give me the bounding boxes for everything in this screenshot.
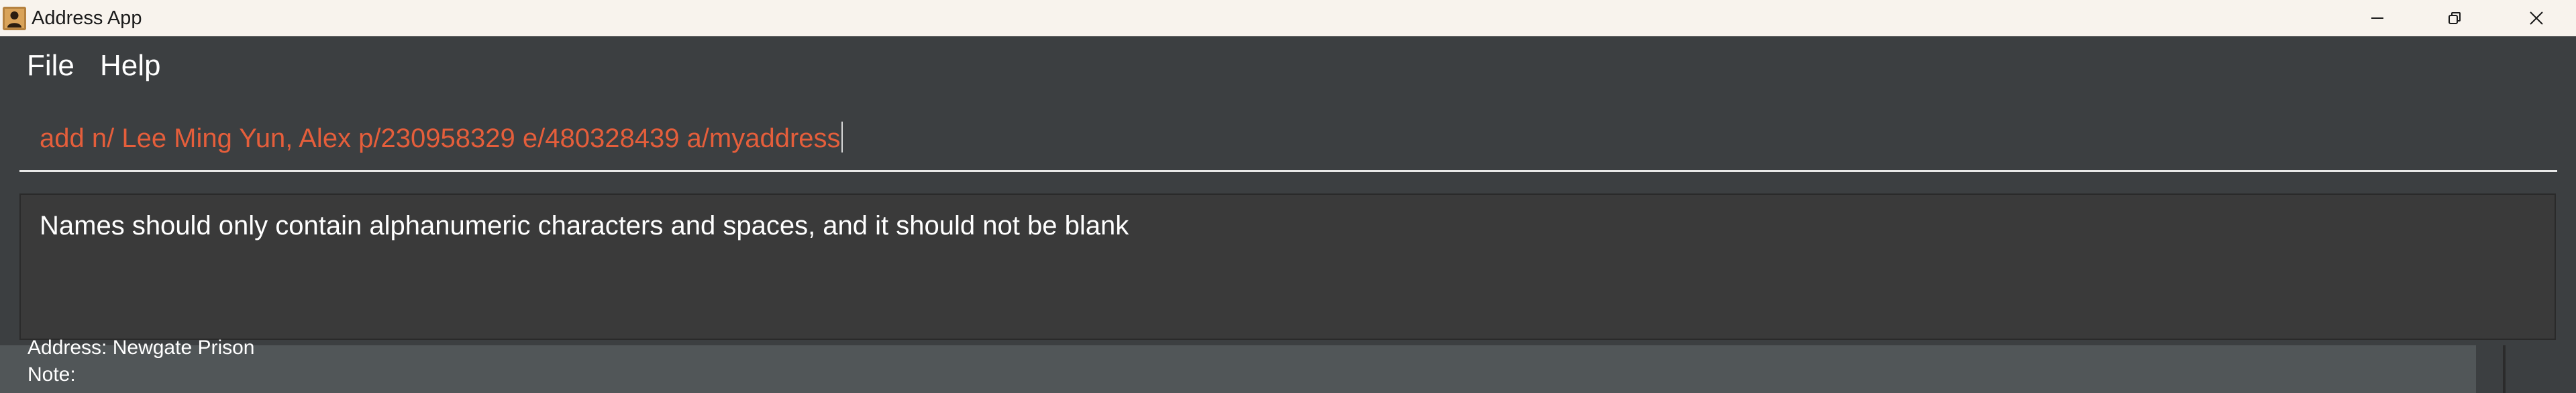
person-list-panel[interactable]: Address: Newgate Prison Note: (0, 337, 2476, 393)
list-gutter (2476, 345, 2576, 393)
title-bar[interactable]: Address App (0, 0, 2576, 36)
command-text: add n/ Lee Ming Yun, Alex p/230958329 e/… (40, 124, 841, 153)
person-note: Note: (28, 363, 76, 386)
close-button[interactable] (2500, 0, 2573, 36)
result-message: Names should only contain alphanumeric c… (40, 211, 1129, 241)
command-box: add n/ Lee Ming Yun, Alex p/230958329 e/… (0, 94, 2576, 188)
restore-icon (2449, 12, 2461, 24)
minimize-button[interactable] (2340, 0, 2414, 36)
text-caret (841, 122, 843, 152)
person-address: Address: Newgate Prison (28, 337, 255, 359)
result-display[interactable]: Names should only contain alphanumeric c… (19, 193, 2556, 340)
list-scrollbar[interactable] (2503, 345, 2506, 393)
menu-file[interactable]: File (27, 49, 74, 83)
command-underline (19, 170, 2557, 172)
minimize-icon (2371, 17, 2383, 19)
command-input[interactable]: add n/ Lee Ming Yun, Alex p/230958329 e/… (19, 118, 2556, 159)
menu-help[interactable]: Help (100, 49, 161, 83)
close-icon (2530, 11, 2543, 25)
restore-button[interactable] (2418, 0, 2491, 36)
menu-bar: File Help (0, 36, 2576, 94)
window-title: Address App (32, 7, 142, 29)
address-book-icon (3, 7, 26, 30)
app-window: Address App File Help add n/ Lee Ming Yu… (0, 0, 2576, 393)
